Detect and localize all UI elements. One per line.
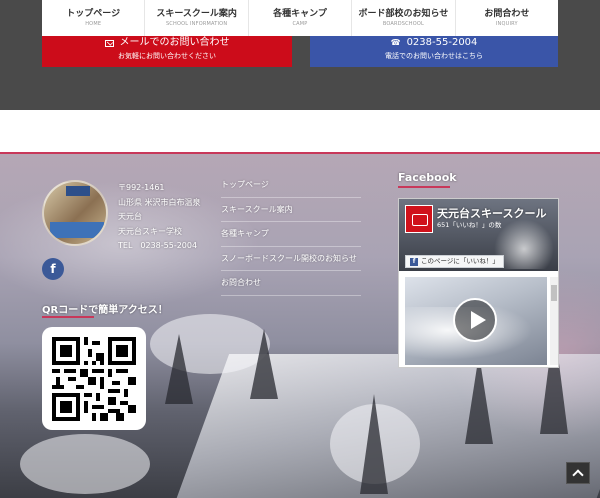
footer-nav-inquiry[interactable]: お問合わせ [221, 271, 361, 296]
frost-tree-decoration [20, 434, 150, 494]
facebook-like-button[interactable]: f このページに「いいね！」 [405, 255, 504, 268]
address-line: 山形県 米沢市白布温泉 [118, 197, 201, 207]
mail-contact-title: メールでのお問い合わせ [119, 37, 230, 48]
facebook-icon: f [410, 257, 418, 266]
address-line: 天元台 [118, 212, 142, 221]
spacer-band [0, 110, 600, 153]
address-block: 〒992-1461 山形県 米沢市白布温泉 天元台 天元台スキー学校 TEL 0… [118, 181, 201, 254]
footer: 〒992-1461 山形県 米沢市白布温泉 天元台 天元台スキー学校 TEL 0… [0, 154, 600, 498]
nav-sublabel: INQUIRY [495, 21, 518, 27]
facebook-icon[interactable]: f [42, 258, 64, 280]
widget-scrollbar[interactable] [550, 277, 558, 365]
qr-code-box [42, 327, 146, 430]
facebook-heading-underline [398, 186, 450, 188]
facebook-page-logo[interactable] [405, 205, 433, 233]
photo-desk [50, 222, 104, 238]
play-icon[interactable] [453, 298, 497, 342]
nav-sublabel: CAMP [292, 21, 308, 27]
tel-contact-title: 0238-55-2004 [406, 37, 478, 48]
nav-label: 各種キャンプ [273, 9, 327, 19]
facebook-page-widget: 天元台スキースクール 651「いいね！」の数 f このページに「いいね！」 [398, 198, 559, 368]
postal-code: 〒992-1461 [118, 183, 165, 192]
photo-sign [66, 186, 90, 196]
nav-label: ボード部校のお知らせ [358, 9, 449, 19]
facebook-heading: Facebook [398, 171, 457, 184]
like-button-label: このページに「いいね！」 [421, 257, 499, 265]
scrollbar-thumb[interactable] [551, 285, 557, 301]
nav-sublabel: HOME [85, 21, 102, 27]
qr-title: QRコードで簡単アクセス！ [42, 305, 168, 316]
qr-code-icon [52, 336, 136, 421]
footer-nav-camp[interactable]: 各種キャンプ [221, 222, 361, 247]
nav-sublabel: SCHOOL INFORMATION [165, 21, 228, 27]
nav-label: スキースクール案内 [156, 9, 237, 19]
tree-decoration [360, 394, 388, 494]
phone-icon: ☎ [390, 38, 401, 47]
tree-decoration [165, 334, 193, 404]
telephone: TEL 0238-55-2004 [118, 241, 198, 250]
facebook-like-count: 651「いいね！」の数 [437, 221, 502, 229]
nav-item-camp[interactable]: 各種キャンプ CAMP [249, 0, 353, 36]
nav-item-boardschool[interactable]: ボード部校のお知らせ BOARDSCHOOL [352, 0, 456, 36]
facebook-icon-letter: f [50, 262, 56, 276]
school-name: 天元台スキー学校 [118, 226, 182, 236]
tree-decoration [250, 329, 278, 399]
nav-item-home[interactable]: トップページ HOME [42, 0, 146, 36]
school-photo [42, 180, 108, 246]
nav-sublabel: BOARDSCHOOL [382, 21, 425, 27]
nav-label: トップページ [66, 9, 121, 19]
footer-nav-snowboard[interactable]: スノーボードスクール開校のお知らせ [221, 247, 361, 271]
footer-nav-home[interactable]: トップページ [221, 173, 361, 198]
chevron-up-icon[interactable] [566, 462, 590, 484]
footer-nav: トップページ スキースクール案内 各種キャンプ スノーボードスクール開校のお知ら… [221, 173, 361, 296]
nav-item-inquiry[interactable]: お問合わせ INQUIRY [456, 0, 558, 36]
footer-nav-school[interactable]: スキースクール案内 [221, 198, 361, 222]
nav-label: お問合わせ [484, 9, 530, 19]
nav-item-school[interactable]: スキースクール案内 SCHOOL INFORMATION [145, 0, 249, 36]
mail-contact-subtitle: お気軽にお問い合わせください [118, 52, 216, 60]
qr-title-underline [42, 316, 94, 318]
tel-contact-subtitle: 電話でのお問い合わせはこちら [385, 52, 483, 60]
global-nav: トップページ HOME スキースクール案内 SCHOOL INFORMATION… [42, 0, 558, 36]
mail-icon [104, 39, 114, 47]
facebook-video-thumbnail[interactable] [405, 277, 547, 365]
